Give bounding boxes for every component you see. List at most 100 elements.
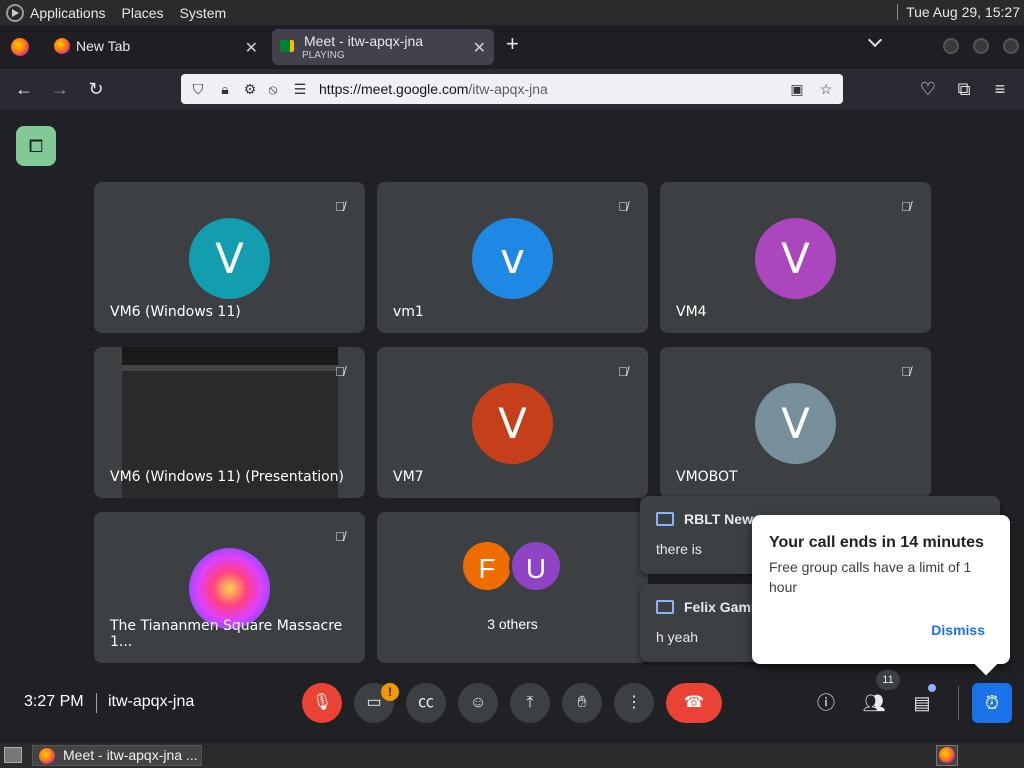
participant-name: VM6 (Windows 11) (Presentation): [110, 469, 344, 485]
tab-title: Meet - itw-apqx-jna: [304, 33, 424, 49]
participant-name: vm1: [393, 304, 424, 320]
raise-hand-button[interactable]: ✋︎: [562, 683, 602, 723]
participant-tile[interactable]: 🎙̸ V VM7: [377, 347, 648, 498]
browser-nav-bar: ← → ↻ ⛉ 🔒︎ ⚙ ⦸ ☰ https://meet.google.com…: [0, 69, 1024, 110]
permissions-icon[interactable]: ⚙: [241, 80, 259, 98]
camera-warning-badge: !: [381, 683, 399, 701]
mic-off-icon: 🎙̸: [618, 199, 628, 214]
avatar: V: [189, 218, 270, 299]
meeting-info-button[interactable]: ⓘ: [806, 683, 846, 723]
reload-button[interactable]: ↻: [82, 75, 110, 103]
chat-message-icon: [656, 600, 674, 614]
dismiss-button[interactable]: Dismiss: [931, 622, 985, 638]
url-path: /itw-apqx-jna: [468, 81, 548, 97]
chat-sender: RBLT New: [684, 511, 753, 527]
close-tab-icon[interactable]: ✕: [473, 38, 486, 58]
participant-name: The Tiananmen Square Massacre 1...: [110, 618, 343, 650]
alarm-button[interactable]: ⏰︎: [972, 683, 1012, 723]
avatar: V: [755, 383, 836, 464]
firefox-tab-icon: [54, 38, 70, 54]
shield-icon[interactable]: ⛉: [189, 80, 207, 98]
maximize-window-button[interactable]: [973, 38, 989, 54]
devices-icon[interactable]: ⧠: [16, 126, 56, 166]
extensions-icon[interactable]: ⧉: [950, 75, 978, 103]
menu-places[interactable]: Places: [122, 5, 164, 21]
avatar: V: [472, 383, 553, 464]
mic-off-icon: 🎙̸: [335, 199, 345, 214]
system-top-bar: Applications Places System Tue Aug 29, 1…: [0, 0, 1024, 25]
taskbar-window-button[interactable]: Meet - itw-apqx-jna ...: [32, 745, 202, 766]
meet-favicon-icon: [280, 40, 294, 52]
tab-title: New Tab: [76, 38, 131, 54]
close-window-button[interactable]: [1003, 38, 1019, 54]
browser-tab-bar: New Tab ✕ Meet - itw-apqx-jna PLAYING ✕ …: [0, 25, 1024, 69]
participant-name: VM4: [676, 304, 707, 320]
app-menu-icon[interactable]: ≡: [986, 75, 1014, 103]
emoji-button[interactable]: ☺: [458, 683, 498, 723]
lock-icon[interactable]: 🔒︎: [216, 80, 234, 98]
menu-applications[interactable]: Applications: [30, 5, 106, 21]
url-text[interactable]: https://meet.google.com/itw-apqx-jna: [319, 81, 548, 97]
mic-off-icon: 🎙̸: [901, 199, 911, 214]
tab-meet[interactable]: Meet - itw-apqx-jna PLAYING ✕: [272, 29, 494, 65]
taskbar-window-label: Meet - itw-apqx-jna ...: [63, 747, 198, 763]
chat-button[interactable]: ▤: [902, 683, 942, 723]
autoplay-blocked-icon[interactable]: ⦸: [264, 80, 282, 98]
unread-dot: [928, 684, 936, 692]
minimize-window-button[interactable]: [943, 38, 959, 54]
meeting-time: 3:27 PM: [24, 693, 84, 710]
menu-system[interactable]: System: [180, 5, 227, 21]
chat-message: there is: [656, 541, 702, 557]
url-bar[interactable]: ⛉ 🔒︎ ⚙ ⦸ ☰ https://meet.google.com/itw-a…: [181, 74, 843, 104]
end-call-button[interactable]: ☎︎: [666, 683, 722, 723]
participant-tile[interactable]: 🎙̸ The Tiananmen Square Massacre 1...: [94, 512, 365, 663]
participant-tile[interactable]: 🎙̸ V VMOBOT: [660, 347, 931, 498]
participant-tile[interactable]: 🎙̸ V VM6 (Windows 11): [94, 182, 365, 333]
participant-name: VM6 (Windows 11): [110, 304, 241, 320]
mic-off-icon: 🎙̸: [901, 364, 911, 379]
others-label: 3 others: [487, 616, 538, 632]
tab-new-tab[interactable]: New Tab ✕: [44, 29, 266, 65]
avatar: U: [509, 539, 563, 593]
profile-picture: [189, 548, 270, 629]
participant-tile[interactable]: 🎙̸ v vm1: [377, 182, 648, 333]
new-tab-button[interactable]: +: [506, 31, 519, 57]
bookmark-star-icon[interactable]: ☆: [817, 80, 835, 98]
page-info-icon[interactable]: ☰: [291, 80, 309, 98]
mic-off-icon: 🎙̸: [335, 529, 345, 544]
avatar: F: [460, 539, 514, 593]
pocket-icon[interactable]: ♡: [914, 75, 942, 103]
popup-title: Your call ends in 14 minutes: [769, 534, 984, 551]
firefox-icon: [39, 748, 55, 764]
participant-count-badge: 11: [876, 670, 900, 690]
firefox-icon[interactable]: [11, 38, 29, 56]
url-host: https://meet.google.com: [319, 81, 469, 97]
forward-button[interactable]: →: [46, 75, 74, 103]
present-button[interactable]: ⤒: [510, 683, 550, 723]
captions-button[interactable]: ㏄: [406, 683, 446, 723]
avatar: v: [472, 218, 553, 299]
list-tabs-chevron-icon[interactable]: [867, 32, 883, 48]
call-limit-popup: Your call ends in 14 minutes Free group …: [752, 515, 1010, 676]
avatar: V: [755, 218, 836, 299]
tab-playing-status: PLAYING: [302, 50, 345, 61]
system-taskbar: Meet - itw-apqx-jna ...: [0, 743, 1024, 768]
system-logo-icon[interactable]: [6, 3, 24, 22]
participant-name: VM7: [393, 469, 424, 485]
participant-name: VMOBOT: [676, 469, 738, 485]
reader-view-icon[interactable]: ▣: [788, 80, 806, 98]
show-desktop-icon[interactable]: [4, 747, 22, 763]
back-button[interactable]: ←: [10, 75, 38, 103]
chat-sender: Felix Gami: [684, 599, 755, 615]
chat-message-icon: [656, 512, 674, 526]
others-tile[interactable]: F U 3 others: [377, 512, 648, 663]
close-tab-icon[interactable]: ✕: [245, 38, 258, 58]
mic-off-icon: 🎙̸: [618, 364, 628, 379]
more-options-button[interactable]: ⋮: [614, 683, 654, 723]
participant-tile[interactable]: 🎙̸ V VM4: [660, 182, 931, 333]
presentation-tile[interactable]: 🎙̸ VM6 (Windows 11) (Presentation): [94, 347, 365, 498]
mic-toggle-button[interactable]: 🎙︎: [302, 683, 342, 723]
tray-firefox-icon[interactable]: [936, 745, 958, 766]
system-clock[interactable]: Tue Aug 29, 15:27: [897, 4, 1020, 20]
mic-off-icon: 🎙̸: [335, 364, 345, 379]
